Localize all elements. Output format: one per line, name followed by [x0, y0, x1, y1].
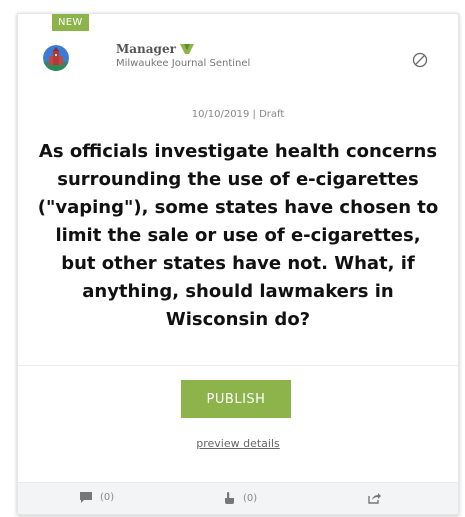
preview-details-container: preview details — [18, 437, 458, 450]
building-avatar-icon — [43, 45, 69, 71]
organization-name: Milwaukee Journal Sentinel — [116, 58, 251, 69]
comments-button[interactable]: (0) — [80, 492, 114, 503]
author-block: Manager Milwaukee Journal Sentinel — [116, 42, 250, 69]
share-icon — [368, 493, 381, 504]
new-badge: NEW — [52, 14, 89, 31]
share-button[interactable] — [368, 492, 381, 504]
prohibited-icon — [412, 52, 428, 68]
votes-count: (0) — [243, 492, 258, 504]
card-footer: (0) (0) — [18, 482, 458, 514]
date-status: 10/10/2019 | Draft — [191, 109, 285, 120]
question-card: NEW Manager Milwaukee Journal Sentinel 1… — [17, 13, 459, 515]
block-button[interactable] — [412, 52, 428, 68]
preview-details-link[interactable]: preview details — [196, 437, 280, 450]
green-publisher-mark-icon — [179, 44, 194, 54]
votes-button[interactable]: (0) — [224, 492, 257, 504]
comments-count: (0) — [100, 492, 115, 503]
hand-pointer-icon — [225, 492, 234, 504]
question-text: As officials investigate health concerns… — [37, 141, 439, 330]
author-name: Manager — [116, 42, 176, 56]
comment-icon — [80, 492, 92, 503]
publish-button[interactable]: PUBLISH — [181, 380, 291, 418]
avatar — [43, 45, 69, 71]
divider — [18, 365, 458, 366]
